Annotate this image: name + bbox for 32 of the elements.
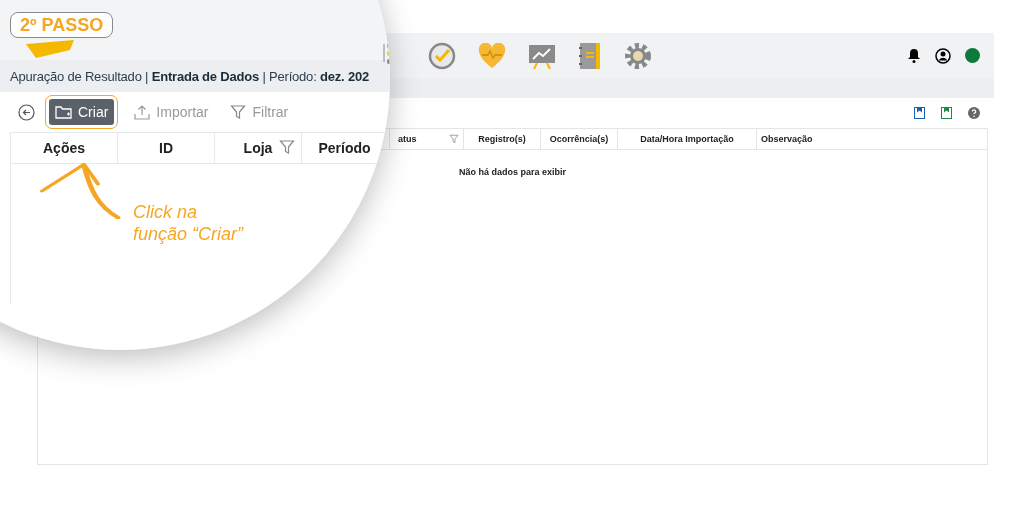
filter-icon[interactable] — [230, 104, 247, 120]
notification-bell-icon[interactable] — [907, 48, 921, 63]
toolbar-button[interactable]: Filtrar — [224, 99, 295, 125]
column-header: Observação — [761, 134, 813, 144]
notebook-icon[interactable] — [578, 41, 602, 70]
user-account-icon[interactable] — [935, 47, 951, 64]
column-header: atus — [398, 134, 417, 144]
column-header: Ações — [43, 140, 85, 156]
empty-message: Não há dados para exibir — [457, 167, 567, 177]
filter-icon[interactable] — [279, 139, 295, 155]
back-icon[interactable] — [18, 103, 35, 121]
folder-icon — [55, 105, 72, 119]
gear-icon[interactable] — [624, 41, 652, 70]
filter-icon[interactable] — [449, 134, 459, 144]
column-header: Ocorrência(s) — [549, 134, 609, 144]
callout-text: Click na função “Criar” — [133, 201, 244, 245]
heart-pulse-icon[interactable] — [478, 42, 506, 69]
bookmark-icon[interactable] — [914, 107, 925, 119]
clock-check-icon[interactable] — [428, 41, 456, 70]
toolbar-button[interactable]: Importar — [128, 99, 215, 125]
brush-stroke-drawing — [26, 40, 76, 58]
step-badge: 2º PASSO — [10, 12, 114, 38]
column-header: ID — [159, 140, 173, 156]
column-header: Loja — [243, 140, 273, 156]
upload-icon — [134, 104, 151, 120]
column-header: Registro(s) — [478, 134, 526, 144]
status-dot — [965, 48, 980, 63]
column-header: Período — [318, 140, 371, 156]
help-icon[interactable] — [968, 107, 980, 119]
column-header: Data/Hora Importação — [640, 134, 734, 144]
breadcrumb: Apuração de Resultado | Entrada de Dados | Período: dez. 202 — [10, 68, 369, 84]
bookmark-icon[interactable] — [941, 107, 952, 119]
